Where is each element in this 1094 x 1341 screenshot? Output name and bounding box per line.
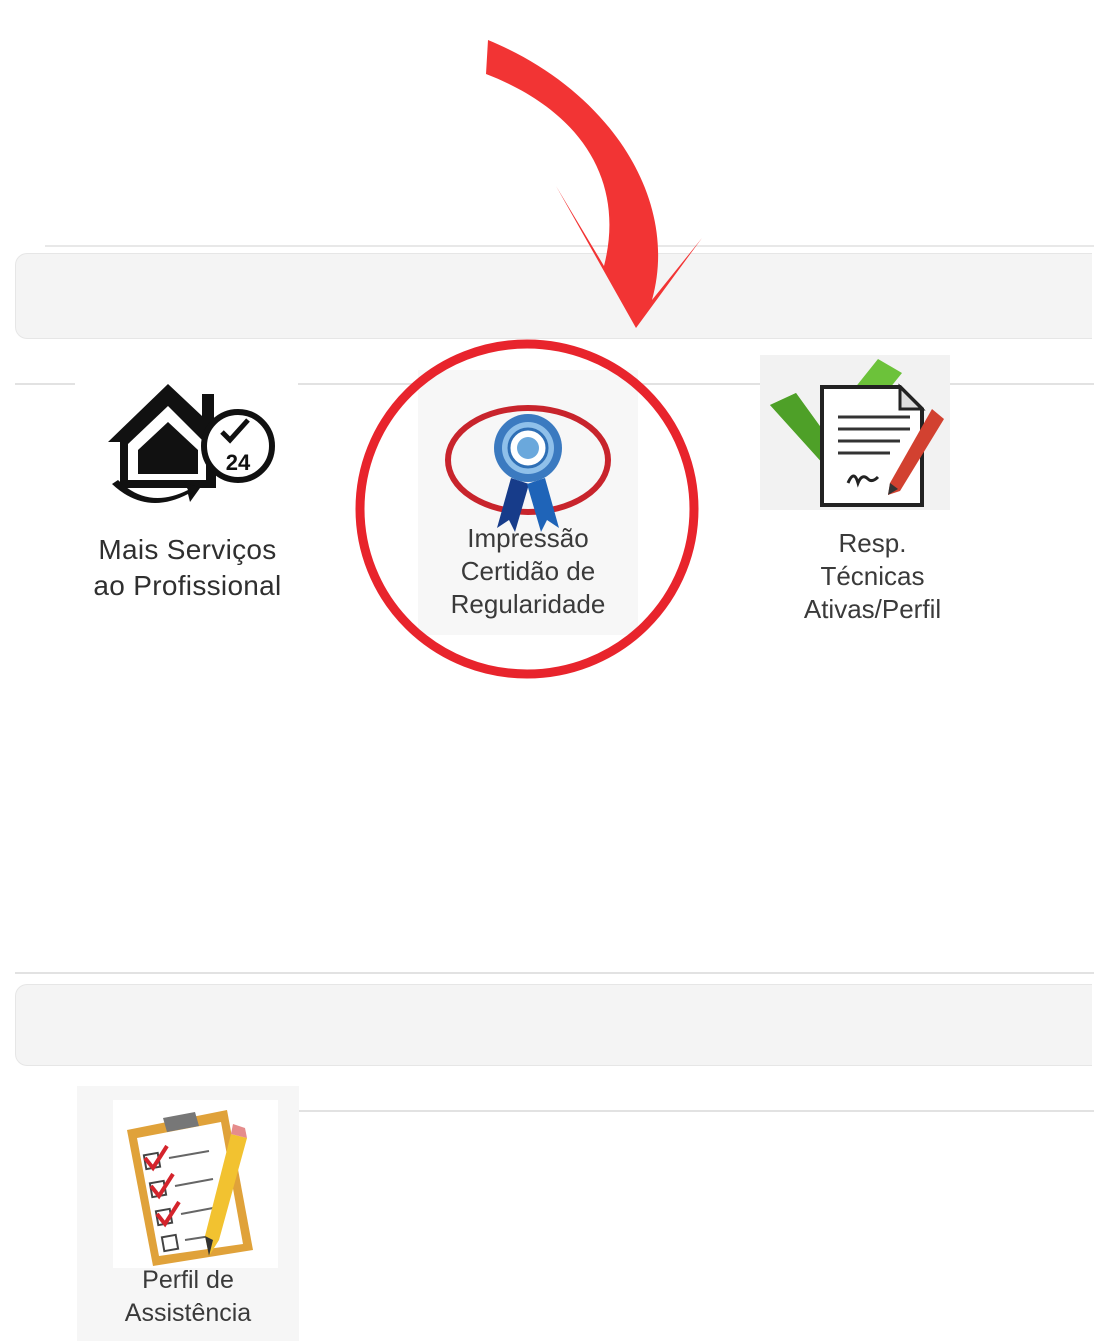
- highlight-circle: [355, 339, 699, 679]
- red-arrow-icon: [486, 40, 702, 328]
- annotation-overlay: [355, 40, 702, 679]
